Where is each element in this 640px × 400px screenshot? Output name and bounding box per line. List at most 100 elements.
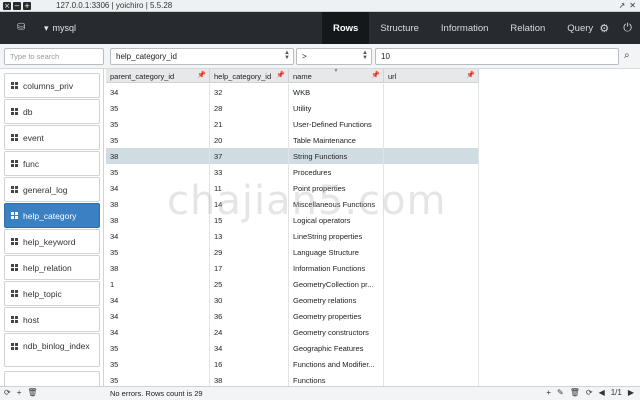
table-row[interactable]: 35 28 Utility xyxy=(106,100,479,116)
column-header[interactable]: parent_category_id 📌 xyxy=(106,69,210,83)
table-cell[interactable] xyxy=(384,356,479,372)
table-cell[interactable] xyxy=(384,244,479,260)
table-cell[interactable]: Geometry properties xyxy=(289,308,384,324)
table-cell[interactable]: 38 xyxy=(106,148,210,164)
table-cell[interactable]: 38 xyxy=(210,372,289,386)
table-cell[interactable]: 29 xyxy=(210,244,289,260)
add-icon[interactable]: + xyxy=(17,388,22,397)
table-cell[interactable] xyxy=(384,196,479,212)
tab-rows[interactable]: Rows xyxy=(322,12,370,44)
table-cell[interactable] xyxy=(384,228,479,244)
sidebar-item-func[interactable]: func xyxy=(4,151,100,176)
trash-icon[interactable]: 🗑 xyxy=(27,388,37,397)
external-link-icon[interactable]: ↗ xyxy=(619,1,626,10)
table-cell[interactable]: GeometryCollection pr... xyxy=(289,276,384,292)
tab-relation[interactable]: Relation xyxy=(499,12,556,44)
table-cell[interactable]: 14 xyxy=(210,196,289,212)
filter-value-input[interactable]: 10 xyxy=(375,48,619,65)
edit-icon[interactable]: ✎ xyxy=(557,388,564,397)
table-cell[interactable]: 21 xyxy=(210,116,289,132)
table-row[interactable]: 34 11 Point properties xyxy=(106,180,479,196)
table-row[interactable]: 38 14 Miscellaneous Functions xyxy=(106,196,479,212)
table-cell[interactable]: 34 xyxy=(106,84,210,100)
table-cell[interactable]: 35 xyxy=(106,164,210,180)
pin-icon[interactable]: 📌 xyxy=(466,71,475,79)
table-cell[interactable]: 30 xyxy=(210,292,289,308)
sidebar-item-ndb-binlog-index[interactable]: ndb_binlog_index xyxy=(4,333,100,367)
tab-query[interactable]: Query xyxy=(556,12,604,44)
table-cell[interactable]: LineString properties xyxy=(289,228,384,244)
table-cell[interactable]: User-Defined Functions xyxy=(289,116,384,132)
table-cell[interactable]: Geometry constructors xyxy=(289,324,384,340)
table-cell[interactable]: 35 xyxy=(106,356,210,372)
table-cell[interactable]: 34 xyxy=(106,324,210,340)
maximize-window-button[interactable]: + xyxy=(23,1,31,10)
sidebar-item-help-keyword[interactable]: help_keyword xyxy=(4,229,100,254)
table-cell[interactable] xyxy=(384,116,479,132)
table-cell[interactable] xyxy=(384,308,479,324)
table-cell[interactable]: Table Maintenance xyxy=(289,132,384,148)
table-cell[interactable]: 34 xyxy=(106,180,210,196)
table-cell[interactable] xyxy=(384,148,479,164)
gear-icon[interactable]: ⚙ xyxy=(599,22,609,35)
table-row[interactable]: 34 24 Geometry constructors xyxy=(106,324,479,340)
table-cell[interactable] xyxy=(384,132,479,148)
database-selector[interactable]: ▾ mysql xyxy=(44,23,76,34)
table-row[interactable]: 35 34 Geographic Features xyxy=(106,340,479,356)
table-cell[interactable]: 35 xyxy=(106,132,210,148)
table-cell[interactable]: Logical operators xyxy=(289,212,384,228)
power-icon[interactable]: ⏻ xyxy=(623,22,632,35)
table-cell[interactable] xyxy=(384,180,479,196)
table-cell[interactable]: Procedures xyxy=(289,164,384,180)
refresh-icon[interactable]: ⟳ xyxy=(4,388,11,397)
database-icon[interactable]: ⛁ xyxy=(17,22,29,34)
table-cell[interactable] xyxy=(384,84,479,100)
table-cell[interactable]: 35 xyxy=(106,116,210,132)
sidebar-item-help-topic[interactable]: help_topic xyxy=(4,281,100,306)
table-cell[interactable]: 20 xyxy=(210,132,289,148)
table-cell[interactable]: 13 xyxy=(210,228,289,244)
add-row-icon[interactable]: + xyxy=(546,388,551,397)
search-icon[interactable]: ⌕ xyxy=(624,50,630,61)
table-cell[interactable]: 32 xyxy=(210,84,289,100)
table-row[interactable]: 34 32 WKB xyxy=(106,84,479,100)
table-cell[interactable] xyxy=(384,324,479,340)
tab-information[interactable]: Information xyxy=(430,12,500,44)
table-cell[interactable] xyxy=(384,164,479,180)
table-cell[interactable] xyxy=(384,260,479,276)
table-row[interactable]: 34 30 Geometry relations xyxy=(106,292,479,308)
tab-structure[interactable]: Structure xyxy=(369,12,430,44)
prev-page-icon[interactable]: ◀ xyxy=(599,388,605,397)
pin-icon[interactable]: 📌 xyxy=(276,71,285,79)
table-search-input[interactable]: Type to search xyxy=(4,48,104,65)
table-cell[interactable]: Geographic Features xyxy=(289,340,384,356)
table-cell[interactable]: Point properties xyxy=(289,180,384,196)
table-cell[interactable] xyxy=(384,340,479,356)
filter-operator-select[interactable]: > ▲ ▼ xyxy=(296,48,372,65)
table-cell[interactable]: 17 xyxy=(210,260,289,276)
table-cell[interactable] xyxy=(384,100,479,116)
column-header[interactable]: url 📌 xyxy=(384,69,479,83)
column-header[interactable]: name ▼ 📌 xyxy=(289,69,384,83)
table-cell[interactable]: 16 xyxy=(210,356,289,372)
minimize-window-button[interactable]: − xyxy=(13,1,21,10)
table-cell[interactable]: 33 xyxy=(210,164,289,180)
table-cell[interactable] xyxy=(384,292,479,308)
sidebar-item-help-relation[interactable]: help_relation xyxy=(4,255,100,280)
table-cell[interactable]: Functions xyxy=(289,372,384,386)
table-cell[interactable]: 35 xyxy=(106,244,210,260)
sidebar-item-partial[interactable] xyxy=(4,371,100,386)
table-cell[interactable]: 28 xyxy=(210,100,289,116)
table-cell[interactable]: String Functions xyxy=(289,148,384,164)
table-row[interactable]: 35 16 Functions and Modifier... xyxy=(106,356,479,372)
table-row[interactable]: 35 21 User-Defined Functions xyxy=(106,116,479,132)
table-cell[interactable]: 34 xyxy=(106,292,210,308)
table-row[interactable]: 34 36 Geometry properties xyxy=(106,308,479,324)
table-cell[interactable]: 35 xyxy=(106,340,210,356)
sidebar-item-event[interactable]: event xyxy=(4,125,100,150)
refresh-icon[interactable]: ⟳ xyxy=(586,388,593,397)
close-window-button[interactable]: × xyxy=(3,1,11,10)
table-cell[interactable]: 38 xyxy=(106,212,210,228)
table-row[interactable]: 38 37 String Functions xyxy=(106,148,479,164)
column-header[interactable]: help_category_id 📌 xyxy=(210,69,289,83)
